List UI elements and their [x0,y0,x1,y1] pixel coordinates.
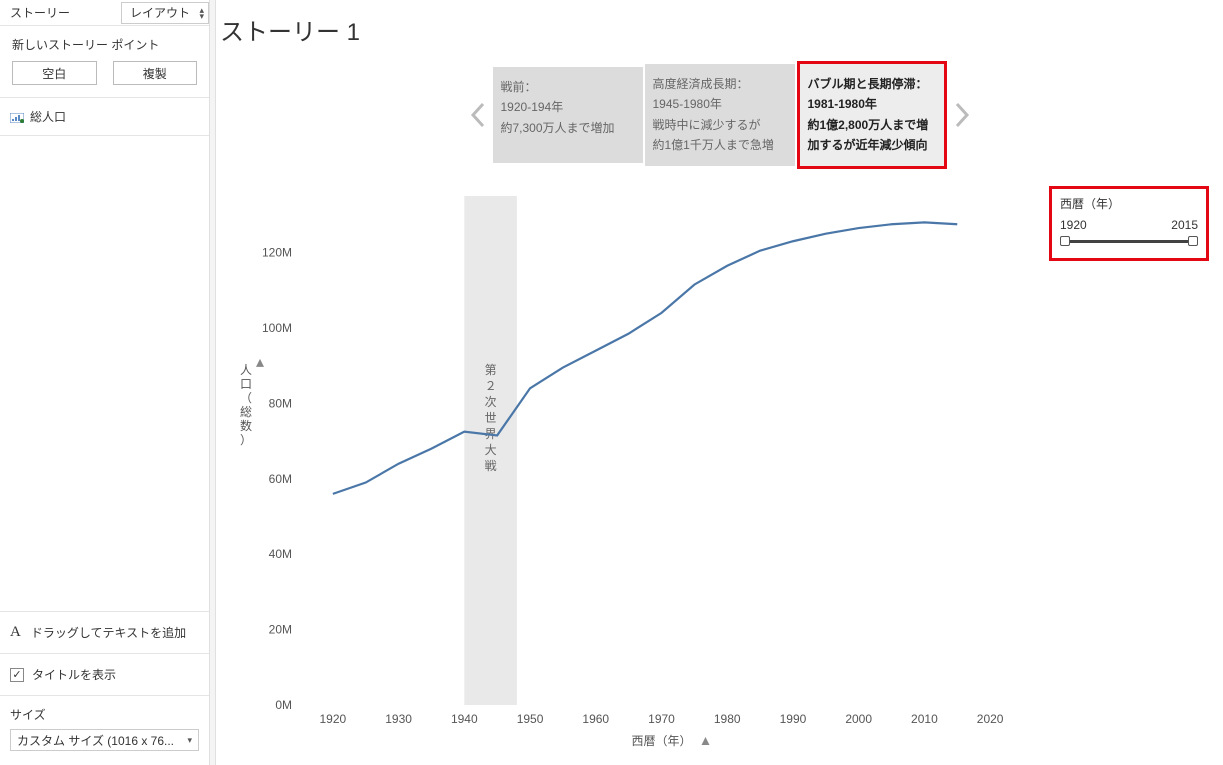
slider-handle-from[interactable] [1060,236,1070,246]
text-icon: A [10,624,21,641]
year-range-slider[interactable] [1060,234,1198,248]
slider-from-label: 1920 [1060,218,1087,232]
show-title-checkbox[interactable]: ✓ [10,668,24,682]
caption-line: 1945-1980年 [653,94,787,114]
prev-caption-button[interactable] [463,100,493,130]
caption-card-2[interactable]: 高度経済成長期： 1945-1980年 戦時中に減少するが 約1億1千万人まで急… [645,64,795,166]
sidebar: ストーリー レイアウト ▴▾ 新しいストーリー ポイント 空白 複製 総人口 A [0,0,210,765]
caption-navigator: 戦前： 1920-194年 約7,300万人まで増加 高度経済成長期： 1945… [216,61,1223,169]
svg-text:（: （ [240,391,252,405]
story-title[interactable]: ストーリー 1 [216,10,1223,57]
svg-text:100M: 100M [262,321,292,335]
year-filter-card: 西暦（年） 1920 2015 [1049,186,1209,261]
svg-text:1930: 1930 [385,712,412,726]
slider-bar [1066,240,1192,243]
svg-text:1970: 1970 [648,712,675,726]
svg-text:120M: 120M [262,246,292,260]
svg-text:総: 総 [240,405,252,419]
sheet-item-label: 総人口 [30,108,66,125]
svg-text:20M: 20M [269,623,292,637]
caption-line: 約1億1千万人まで急増 [653,135,787,155]
caption-line: 戦時中に減少するが [653,115,787,135]
slider-labels: 1920 2015 [1060,218,1198,232]
caption-line: 1981-1980年 [808,94,936,114]
select-caret-icon: ▴▾ [199,7,204,19]
show-title-row: ✓ タイトルを表示 [0,654,209,696]
select-caret-icon: ▾ [187,735,192,746]
svg-text:第: 第 [485,363,497,377]
duplicate-button[interactable]: 複製 [113,61,198,85]
svg-text:数: 数 [240,418,252,433]
next-caption-button[interactable] [947,100,977,130]
svg-text:1990: 1990 [780,712,807,726]
caption-line: 高度経済成長期： [653,74,787,94]
caption-line: 約1億2,800万人まで増 [808,115,936,135]
svg-text:2010: 2010 [911,712,938,726]
svg-text:80M: 80M [269,396,292,410]
filter-title: 西暦（年） [1060,195,1198,212]
caption-card-3-active[interactable]: バブル期と長期停滞： 1981-1980年 約1億2,800万人まで増 加するが… [797,61,947,169]
slider-to-label: 2015 [1171,218,1198,232]
svg-text:1920: 1920 [320,712,347,726]
chevron-right-icon [954,102,970,128]
svg-text:２: ２ [485,379,497,393]
chart-area: 第２次世界大戦0M20M40M60M80M100M120M人口（総数）19201… [230,186,1033,755]
caption-line: 加するが近年減少傾向 [808,135,936,155]
svg-text:60M: 60M [269,472,292,486]
show-title-label: タイトルを表示 [32,666,116,683]
svg-text:大: 大 [485,443,497,457]
layout-select[interactable]: レイアウト ▴▾ [121,2,209,24]
svg-text:口: 口 [240,377,252,391]
worksheet-icon [10,112,24,122]
drag-text-row[interactable]: A ドラッグしてテキストを追加 [0,611,209,654]
caption-card-1[interactable]: 戦前： 1920-194年 約7,300万人まで増加 [493,67,643,163]
svg-text:1950: 1950 [517,712,544,726]
svg-text:）: ） [240,433,252,447]
chevron-left-icon [470,102,486,128]
story-canvas: ストーリー 1 戦前： 1920-194年 約7,300万人まで増加 高度経済成… [216,0,1223,765]
size-section: サイズ カスタム サイズ (1016 x 76... ▾ [0,696,209,765]
svg-text:世: 世 [485,411,497,425]
tab-story[interactable]: ストーリー [0,0,80,25]
slider-handle-to[interactable] [1188,236,1198,246]
svg-text:2020: 2020 [977,712,1004,726]
svg-text:2000: 2000 [845,712,872,726]
svg-text:人: 人 [240,363,252,377]
new-story-point-label: 新しいストーリー ポイント [0,26,209,61]
caption-line: 戦前： [501,77,635,97]
caption-line: 約7,300万人まで増加 [501,118,635,138]
svg-text:1940: 1940 [451,712,478,726]
sheet-item[interactable]: 総人口 [0,104,209,129]
svg-text:西暦（年）: 西暦（年） [631,734,691,748]
svg-text:0M: 0M [275,698,292,712]
layout-select-value: レイアウト [130,4,190,21]
svg-text:1980: 1980 [714,712,741,726]
svg-text:戦: 戦 [485,459,497,473]
sheet-list: 総人口 [0,97,209,136]
new-point-buttons: 空白 複製 [0,61,209,97]
blank-button[interactable]: 空白 [12,61,97,85]
size-label: サイズ [10,706,199,723]
sidebar-tabs: ストーリー レイアウト ▴▾ [0,0,209,26]
size-select-value: カスタム サイズ (1016 x 76... [17,732,174,749]
size-select[interactable]: カスタム サイズ (1016 x 76... ▾ [10,729,199,751]
line-chart[interactable]: 第２次世界大戦0M20M40M60M80M100M120M人口（総数）19201… [230,186,1033,755]
caption-line: 1920-194年 [501,97,635,117]
svg-text:次: 次 [485,395,497,409]
svg-text:1960: 1960 [582,712,609,726]
svg-text:40M: 40M [269,547,292,561]
caption-line: バブル期と長期停滞： [808,74,936,94]
drag-text-label: ドラッグしてテキストを追加 [31,624,186,641]
